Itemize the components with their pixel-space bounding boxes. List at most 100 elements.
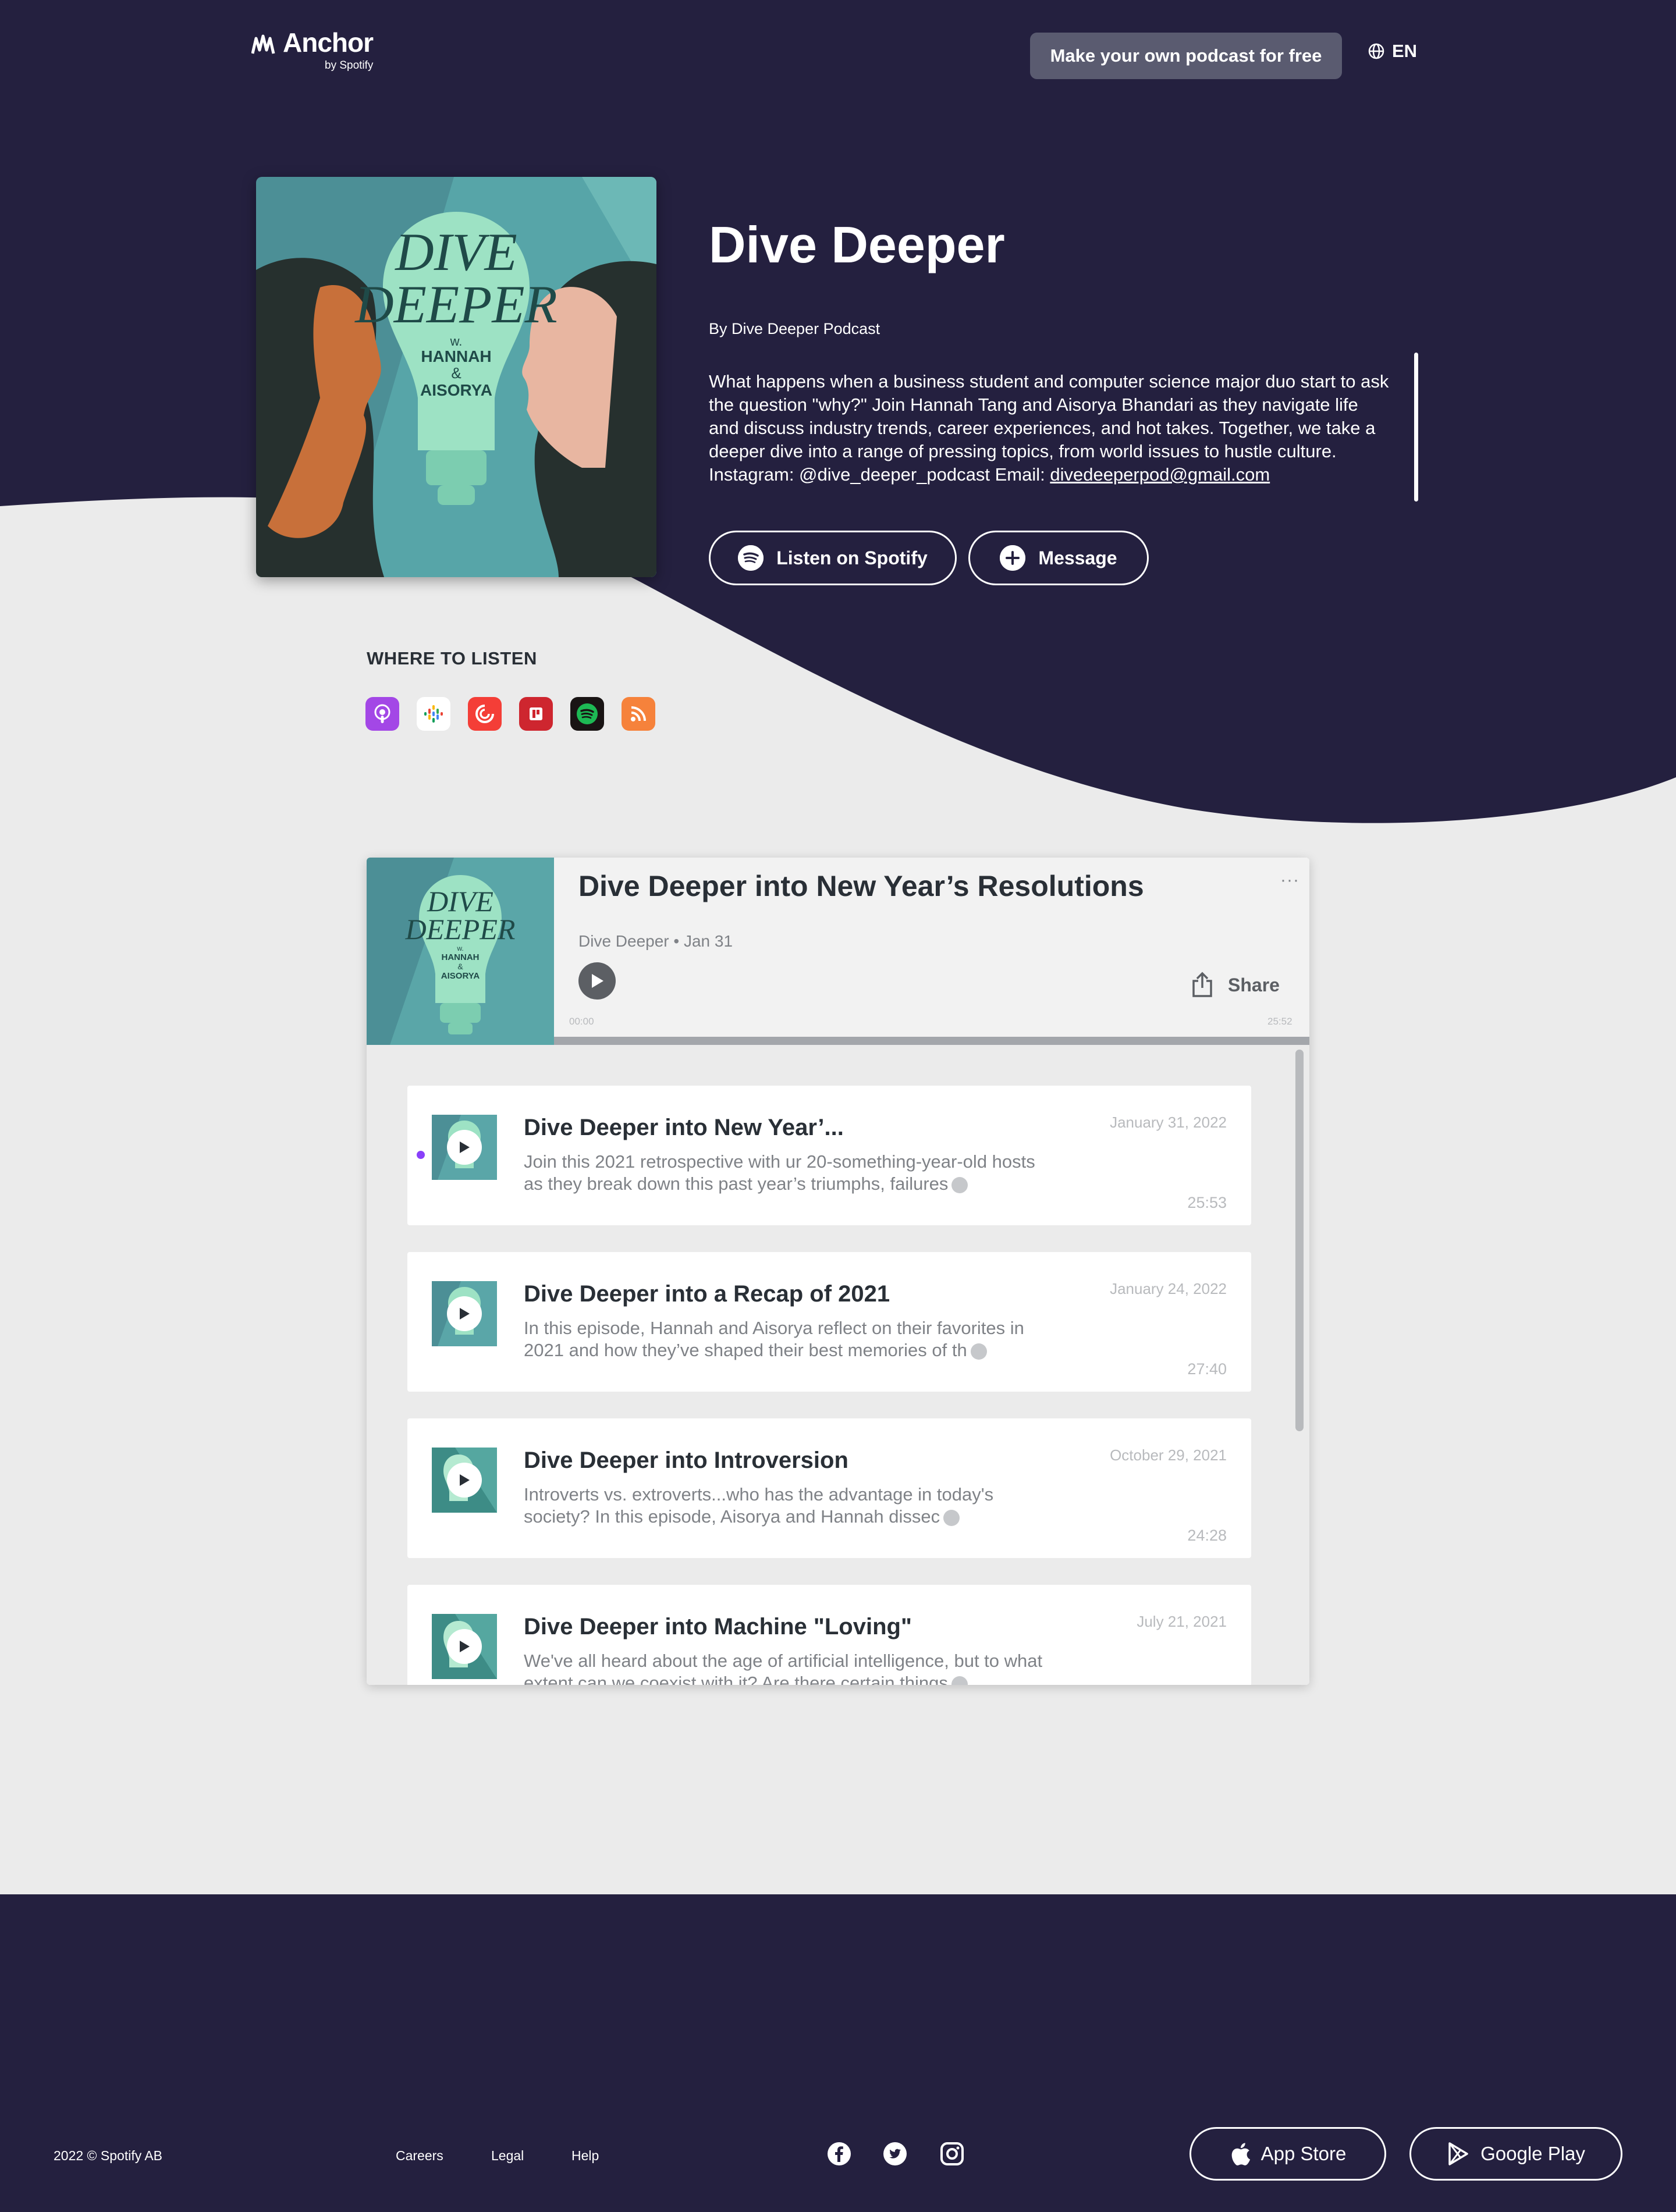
listen-on-spotify-button[interactable]: Listen on Spotify (709, 531, 957, 585)
episode-description-text: In this episode, Hannah and Aisorya refl… (524, 1318, 1024, 1360)
expand-description-icon[interactable] (951, 1176, 968, 1193)
episode-thumbnail[interactable] (432, 1115, 497, 1180)
footer: 2022 © Spotify AB Careers Legal Help App… (0, 1894, 1676, 2212)
play-icon (460, 1474, 470, 1486)
cover-text-dive: DIVE (394, 222, 517, 282)
player-art-text-amp: & (457, 962, 463, 971)
logo-subtitle: by Spotify (325, 59, 374, 72)
facebook-icon[interactable] (826, 2141, 852, 2167)
episode-thumbnail[interactable] (432, 1281, 497, 1346)
instagram-icon[interactable] (939, 2141, 965, 2167)
now-playing-indicator (417, 1151, 425, 1159)
google-play-label: Google Play (1480, 2143, 1585, 2164)
share-label: Share (1228, 974, 1280, 995)
expand-description-icon[interactable] (951, 1676, 968, 1685)
app-store-label: App Store (1260, 2143, 1347, 2164)
podcast-description: What happens when a business student and… (709, 370, 1390, 490)
cover-text-deeper: DEEPER (354, 275, 557, 334)
episode-date: October 29, 2021 (1110, 1446, 1227, 1464)
play-button[interactable] (578, 962, 616, 1000)
episode-play-button[interactable] (447, 1463, 482, 1498)
logo-wordmark: Anchor (283, 27, 374, 58)
episode-description: We've all heard about the age of artific… (524, 1650, 1048, 1685)
apple-icon (1231, 2143, 1250, 2165)
podcast-title: Dive Deeper (709, 216, 1005, 273)
copyright: 2022 © Spotify AB (54, 2148, 163, 2163)
episode-description-text: Introverts vs. extroverts...who has the … (524, 1484, 994, 1527)
pocket-casts-icon[interactable] (468, 697, 502, 731)
episode-description: Introverts vs. extroverts...who has the … (524, 1484, 1048, 1528)
play-icon (460, 1641, 470, 1652)
globe-icon (1368, 43, 1384, 59)
play-icon (460, 1141, 470, 1153)
apple-podcasts-icon[interactable] (365, 697, 399, 731)
app-store-button[interactable]: App Store (1189, 2127, 1386, 2181)
where-to-listen-heading: WHERE TO LISTEN (367, 648, 537, 668)
anchor-wave-icon (251, 34, 275, 54)
episode-title[interactable]: Dive Deeper into Introversion (524, 1448, 848, 1474)
radiopublic-icon[interactable] (519, 697, 553, 731)
expand-description-icon[interactable] (970, 1343, 987, 1360)
google-play-button[interactable]: Google Play (1409, 2127, 1622, 2181)
language-label: EN (1392, 41, 1418, 61)
episode-date: July 21, 2021 (1137, 1613, 1227, 1630)
player-header: DIVE DEEPER w. HANNAH & AISORYA Dive Dee… (367, 858, 1309, 1045)
episode-duration: 25:53 (1187, 1194, 1227, 1211)
episode-duration: 24:28 (1187, 1527, 1227, 1544)
episode-play-button[interactable] (447, 1629, 482, 1664)
episode-thumbnail[interactable] (432, 1614, 497, 1679)
episode-title[interactable]: Dive Deeper into New Year’... (524, 1115, 844, 1141)
spotify-platform-icon[interactable] (570, 697, 604, 731)
expand-description-icon[interactable] (943, 1509, 960, 1526)
podcast-description-text: What happens when a business student and… (709, 371, 1389, 485)
description-scrollbar[interactable] (1414, 353, 1418, 502)
top-bar: Anchor by Spotify Make your own podcast … (0, 0, 1676, 111)
episode-player: DIVE DEEPER w. HANNAH & AISORYA Dive Dee… (367, 858, 1309, 1685)
episode-thumbnail[interactable] (432, 1448, 497, 1513)
play-icon (592, 974, 603, 988)
episode-duration: 27:40 (1187, 1360, 1227, 1378)
anchor-logo[interactable]: Anchor by Spotify (251, 27, 374, 72)
episode-date: January 31, 2022 (1110, 1114, 1227, 1131)
episode-play-button[interactable] (447, 1296, 482, 1331)
more-options-icon[interactable]: ··· (1280, 870, 1299, 890)
episode-title[interactable]: Dive Deeper into a Recap of 2021 (524, 1281, 890, 1307)
footer-link-legal[interactable]: Legal (491, 2148, 524, 2164)
episode-item[interactable]: Dive Deeper into a Recap of 2021 In this… (407, 1252, 1251, 1392)
player-art-text-with: w. (456, 944, 463, 952)
footer-link-careers[interactable]: Careers (396, 2148, 443, 2164)
episode-description: Join this 2021 retrospective with ur 20-… (524, 1151, 1048, 1195)
progress-bar[interactable] (554, 1037, 1309, 1045)
player-episode-meta: Dive Deeper • Jan 31 (578, 932, 733, 950)
player-art-text-deeper: DEEPER (405, 913, 516, 945)
share-button[interactable]: Share (1191, 972, 1280, 998)
cover-text-with: w. (450, 334, 463, 348)
episode-list-scrollbar[interactable] (1295, 1050, 1304, 1431)
player-art-text-aisorya: AISORYA (441, 971, 480, 981)
episode-title[interactable]: Dive Deeper into Machine "Loving" (524, 1614, 912, 1640)
footer-link-help[interactable]: Help (571, 2148, 599, 2164)
cover-text-hannah: HANNAH (421, 347, 491, 365)
episode-item[interactable]: Dive Deeper into Introversion Introverts… (407, 1418, 1251, 1558)
player-art-text-hannah: HANNAH (442, 952, 480, 962)
player-episode-title[interactable]: Dive Deeper into New Year’s Resolutions (578, 869, 1144, 903)
rss-icon[interactable] (622, 697, 655, 731)
time-elapsed: 00:00 (569, 1016, 594, 1027)
player-cover-art: DIVE DEEPER w. HANNAH & AISORYA (367, 858, 554, 1045)
episode-date: January 24, 2022 (1110, 1280, 1227, 1297)
podcast-email-link[interactable]: divedeeperpod@gmail.com (1050, 464, 1270, 485)
episode-list: Dive Deeper into New Year’... Join this … (367, 1045, 1309, 1685)
language-selector[interactable]: EN (1368, 41, 1417, 62)
message-button[interactable]: Message (968, 531, 1149, 585)
episode-item[interactable]: Dive Deeper into Machine "Loving" We've … (407, 1585, 1251, 1685)
cover-text-aisorya: AISORYA (420, 381, 492, 399)
podcast-author: By Dive Deeper Podcast (709, 320, 880, 337)
make-podcast-button[interactable]: Make your own podcast for free (1030, 33, 1342, 79)
twitter-icon[interactable] (882, 2141, 908, 2167)
listen-on-spotify-label: Listen on Spotify (776, 547, 928, 568)
google-podcasts-icon[interactable] (417, 697, 450, 731)
share-icon (1192, 972, 1212, 997)
episode-item[interactable]: Dive Deeper into New Year’... Join this … (407, 1086, 1251, 1225)
episode-play-button[interactable] (447, 1130, 482, 1165)
cover-illustration: DIVE DEEPER w. HANNAH & AISORYA (256, 177, 656, 577)
